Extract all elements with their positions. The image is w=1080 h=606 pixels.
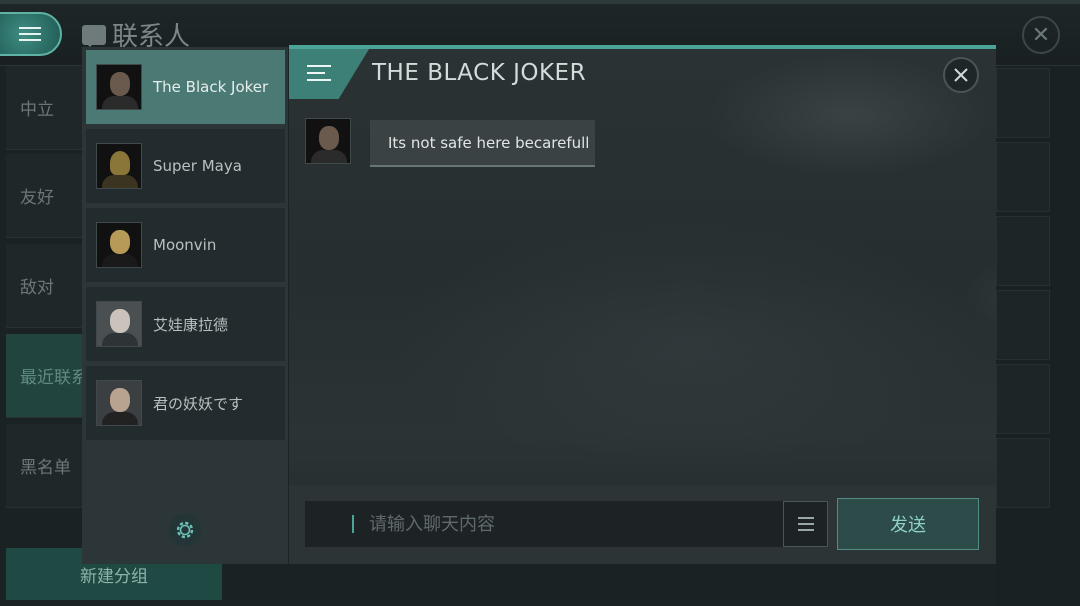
avatar	[96, 143, 142, 189]
message-bubble: Its not safe here becarefull	[370, 120, 595, 167]
background-row	[996, 142, 1050, 212]
background-row	[996, 68, 1050, 138]
sidebar-item-label: 中立	[20, 100, 54, 120]
avatar	[96, 64, 142, 110]
contact-list-panel: The Black Joker Super Maya Moonvin 艾娃康拉德…	[82, 47, 289, 564]
background-right-column	[996, 66, 1080, 606]
background-row	[996, 290, 1050, 360]
background-menu-button[interactable]	[0, 12, 62, 56]
background-row	[996, 438, 1050, 508]
contact-name: 君の妖妖です	[153, 394, 244, 413]
new-group-label: 新建分组	[80, 566, 148, 587]
chat-top-accent-line	[289, 45, 996, 49]
contact-name: Moonvin	[153, 236, 217, 254]
close-icon: ✕	[1031, 22, 1051, 48]
sidebar-item-recent[interactable]: 最近联系人	[6, 334, 82, 418]
contact-item[interactable]: Moonvin	[86, 208, 285, 282]
sidebar-item-label: 友好	[20, 188, 54, 208]
avatar	[96, 380, 142, 426]
gear-icon	[176, 521, 194, 539]
sidebar-item-friendly[interactable]: 友好	[6, 154, 82, 238]
background-top-line	[0, 0, 1080, 4]
contact-item[interactable]: The Black Joker	[86, 50, 285, 124]
chat-bubble-icon	[82, 24, 106, 47]
chat-title: THE BLACK JOKER	[372, 60, 587, 86]
quick-phrase-button[interactable]	[783, 501, 828, 547]
contact-name: 艾娃康拉德	[153, 315, 229, 334]
contact-item[interactable]: 君の妖妖です	[86, 366, 285, 440]
chat-menu-tab[interactable]	[289, 49, 369, 99]
close-icon	[954, 68, 968, 82]
list-icon	[797, 517, 814, 531]
sidebar-item-neutral[interactable]: 中立	[6, 66, 82, 150]
chat-close-button[interactable]	[943, 57, 979, 93]
chat-input[interactable]	[305, 501, 783, 547]
message-text: Its not safe here becarefull	[388, 133, 590, 152]
sidebar-item-label: 黑名单	[20, 458, 71, 478]
settings-button[interactable]	[169, 514, 201, 546]
contact-item[interactable]: Super Maya	[86, 129, 285, 203]
send-button-label: 发送	[890, 515, 926, 536]
avatar	[96, 301, 142, 347]
background-row	[996, 364, 1050, 434]
chat-input-bar: 发送	[289, 485, 996, 564]
contact-name: The Black Joker	[153, 78, 269, 96]
background-row	[996, 216, 1050, 286]
sidebar-item-label: 敌对	[20, 278, 54, 298]
input-caret	[352, 515, 354, 533]
background-sidebar: 中立 友好 敌对 最近联系人 黑名单	[6, 66, 82, 606]
menu-icon	[19, 27, 41, 41]
message-avatar	[305, 118, 351, 164]
background-close-button[interactable]: ✕	[1022, 16, 1060, 54]
send-button[interactable]: 发送	[837, 498, 979, 550]
sidebar-item-blacklist[interactable]: 黑名单	[6, 424, 82, 508]
avatar	[96, 222, 142, 268]
sidebar-item-label: 最近联系人	[20, 368, 82, 388]
menu-icon	[307, 65, 331, 81]
contact-name: Super Maya	[153, 157, 242, 175]
sidebar-item-hostile[interactable]: 敌对	[6, 244, 82, 328]
chat-panel: THE BLACK JOKER Its not safe here becare…	[289, 45, 996, 564]
contact-item[interactable]: 艾娃康拉德	[86, 287, 285, 361]
